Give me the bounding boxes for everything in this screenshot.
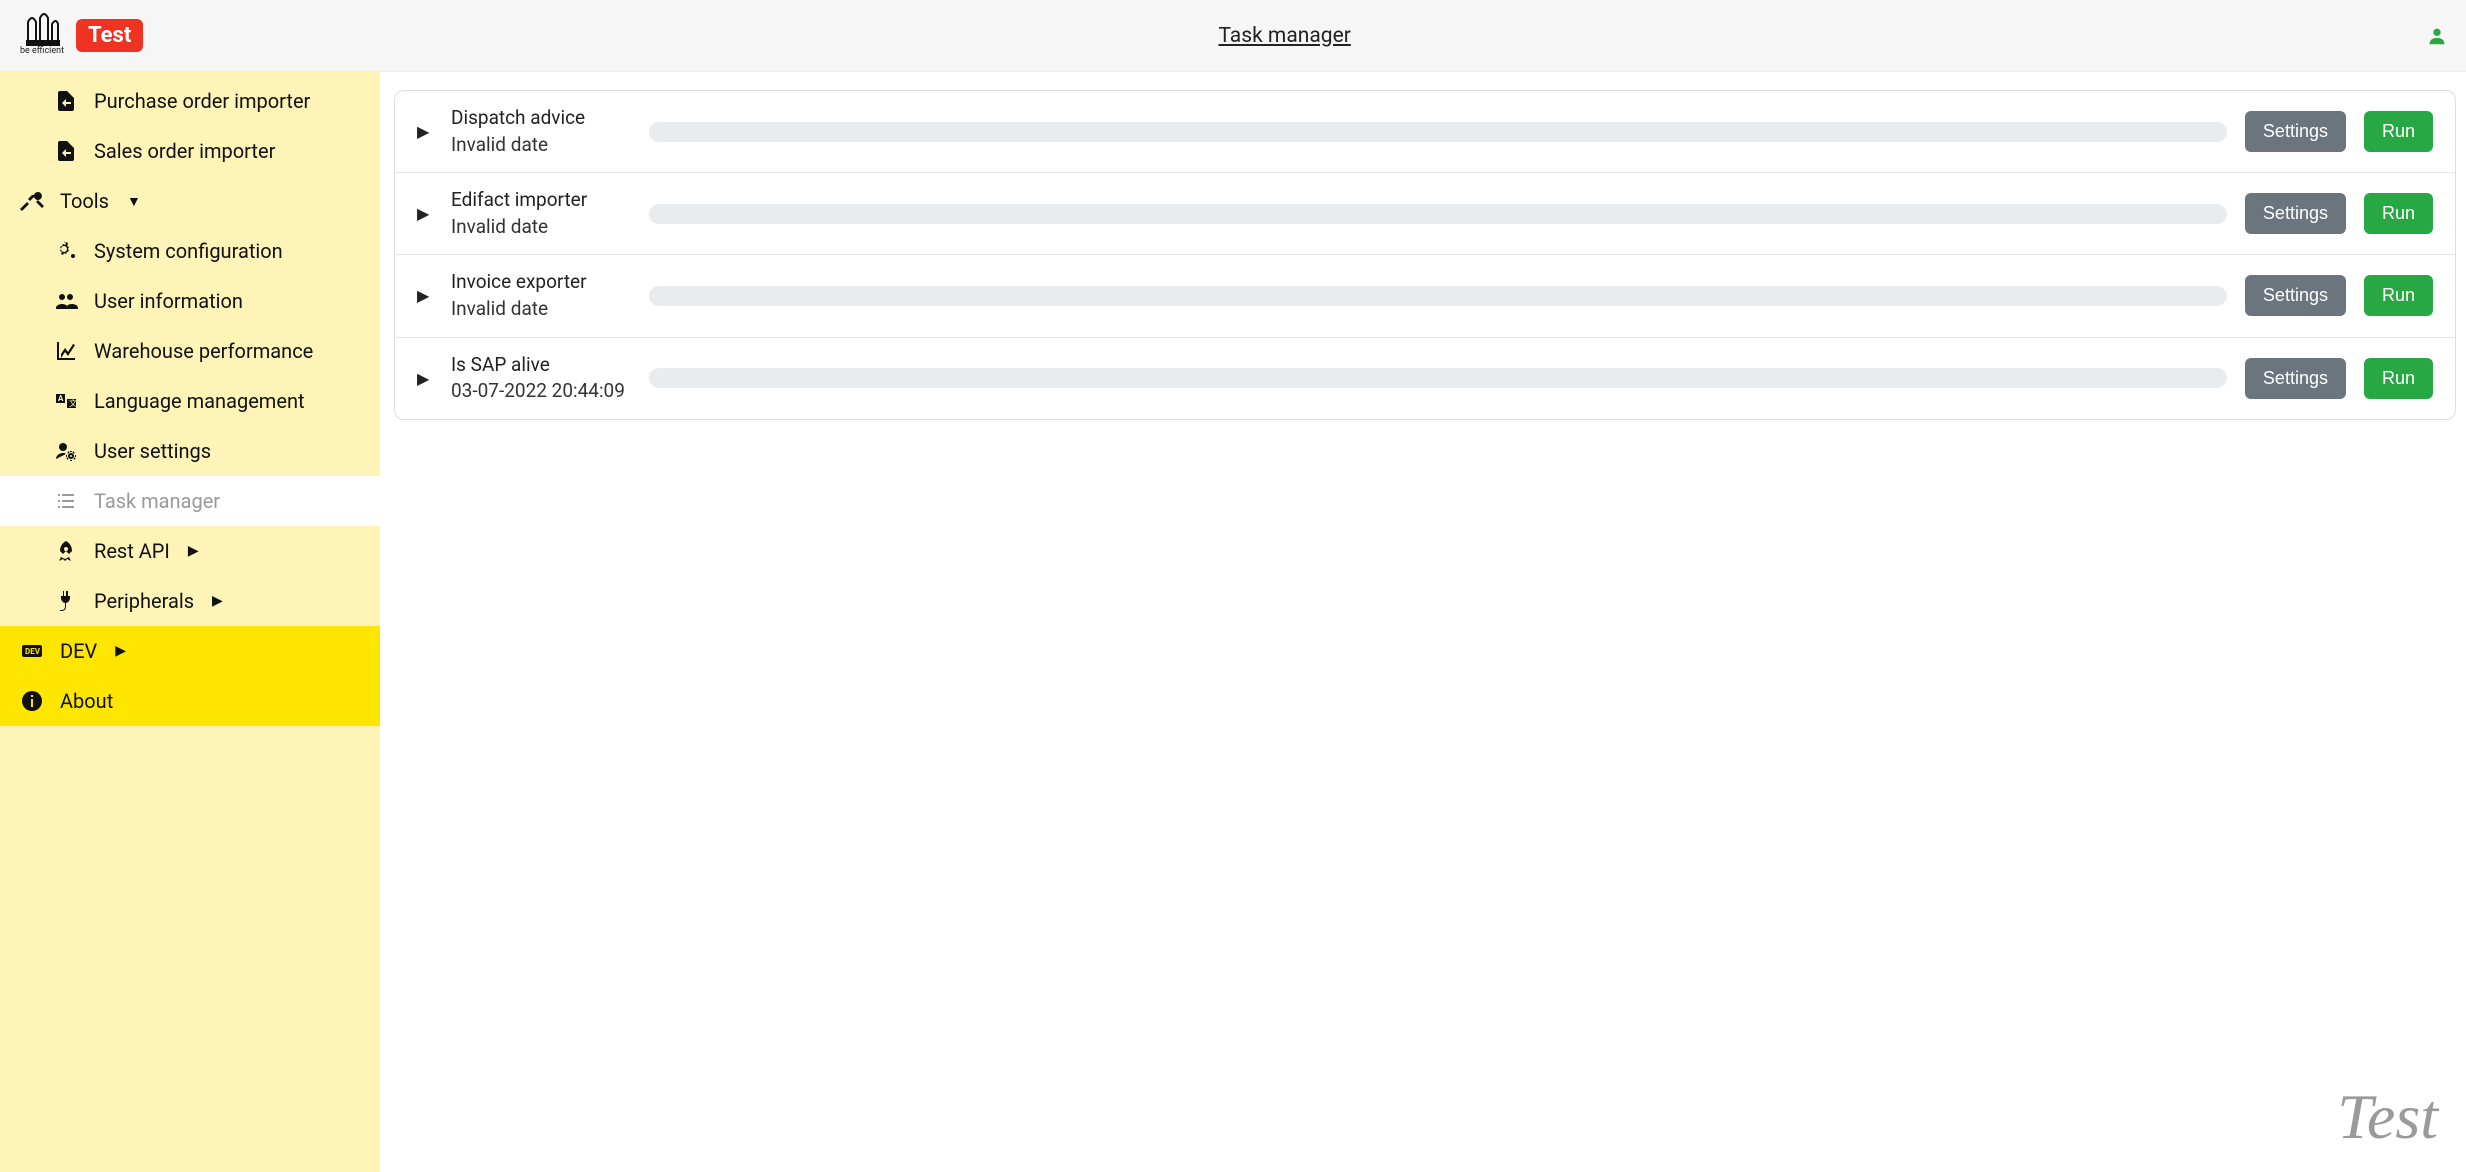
main-content: ▶Dispatch adviceInvalid dateSettingsRun▶…: [380, 72, 2466, 1172]
task-row: ▶ Dispatch adviceInvalid date Settings Run: [395, 91, 2455, 173]
caret-down-icon: ▼: [127, 193, 141, 210]
sidebar: Purchase order importer Sales order impor…: [0, 72, 380, 1172]
sidebar-item-warehouse-performance[interactable]: Warehouse performance: [0, 326, 380, 376]
tools-icon: [18, 189, 46, 213]
sidebar-item-label: Rest API: [94, 539, 170, 563]
settings-button[interactable]: Settings: [2245, 358, 2346, 399]
rocket-icon: [52, 539, 80, 563]
caret-right-icon: ▶: [188, 543, 199, 559]
info-icon: [18, 689, 46, 713]
plug-icon: [52, 589, 80, 613]
settings-button[interactable]: Settings: [2245, 275, 2346, 316]
caret-right-icon: ▶: [115, 643, 126, 659]
sidebar-item-label: Purchase order importer: [94, 89, 310, 113]
progress-bar: [649, 204, 2227, 224]
sidebar-item-system-configuration[interactable]: System configuration: [0, 226, 380, 276]
sidebar-item-user-information[interactable]: User information: [0, 276, 380, 326]
expand-icon[interactable]: ▶: [417, 286, 433, 305]
expand-icon[interactable]: ▶: [417, 122, 433, 141]
sidebar-item-label: System configuration: [94, 239, 283, 263]
sidebar-item-label: User information: [94, 289, 243, 313]
sidebar-item-sales-order-importer[interactable]: Sales order importer: [0, 126, 380, 176]
run-button[interactable]: Run: [2364, 275, 2433, 316]
task-date: Invalid date: [451, 214, 631, 241]
progress-bar: [649, 122, 2227, 142]
sidebar-item-label: Peripherals: [94, 589, 194, 613]
dev-icon: [18, 639, 46, 663]
task-date: Invalid date: [451, 132, 631, 159]
task-date: 03-07-2022 20:44:09: [451, 378, 631, 405]
sidebar-item-rest-api[interactable]: Rest API ▶: [0, 526, 380, 576]
sidebar-item-label: DEV: [60, 639, 97, 663]
sidebar-item-task-manager[interactable]: Task manager: [0, 476, 380, 526]
sidebar-item-dev[interactable]: DEV ▶: [0, 626, 380, 676]
task-name: Edifact importer: [451, 187, 631, 214]
chart-icon: [52, 339, 80, 363]
sidebar-item-tools[interactable]: Tools ▼: [0, 176, 380, 226]
task-list: ▶Dispatch adviceInvalid dateSettingsRun▶…: [394, 90, 2456, 420]
settings-button[interactable]: Settings: [2245, 193, 2346, 234]
language-icon: [52, 389, 80, 413]
sidebar-item-label: User settings: [94, 439, 211, 463]
task-date: Invalid date: [451, 296, 631, 323]
sidebar-item-label: Sales order importer: [94, 139, 275, 163]
logo-area: be efficient Test: [18, 12, 143, 60]
topbar: be efficient Test Task manager: [0, 0, 2466, 72]
task-text: Is SAP alive03-07-2022 20:44:09: [451, 352, 631, 405]
file-import-icon: [52, 139, 80, 163]
sidebar-item-label: Language management: [94, 389, 305, 413]
task-name: Dispatch advice: [451, 105, 631, 132]
sidebar-item-about[interactable]: About: [0, 676, 380, 726]
sidebar-item-label: Warehouse performance: [94, 339, 313, 363]
task-name: Is SAP alive: [451, 352, 631, 379]
cogs-icon: [52, 239, 80, 263]
user-menu-icon[interactable]: [2426, 23, 2448, 48]
sidebar-item-user-settings[interactable]: User settings: [0, 426, 380, 476]
logo-subtitle: be efficient: [20, 46, 64, 56]
sidebar-item-purchase-order-importer[interactable]: Purchase order importer: [0, 76, 380, 126]
expand-icon[interactable]: ▶: [417, 369, 433, 388]
file-import-icon: [52, 89, 80, 113]
task-name: Invoice exporter: [451, 269, 631, 296]
task-row: ▶ Invoice exporterInvalid date Settings Run: [395, 255, 2455, 337]
page-title[interactable]: Task manager: [143, 24, 2426, 48]
sidebar-item-label: Task manager: [94, 489, 220, 513]
env-badge: Test: [76, 19, 143, 52]
sidebar-item-peripherals[interactable]: Peripherals ▶: [0, 576, 380, 626]
user-cog-icon: [52, 439, 80, 463]
logo-icon: be efficient: [18, 12, 66, 60]
caret-right-icon: ▶: [212, 593, 223, 609]
tasks-icon: [52, 489, 80, 513]
task-row: ▶ Is SAP alive03-07-2022 20:44:09 Settings…: [395, 338, 2455, 419]
progress-bar: [649, 368, 2227, 388]
expand-icon[interactable]: ▶: [417, 204, 433, 223]
sidebar-item-label: About: [60, 689, 113, 713]
users-icon: [52, 289, 80, 313]
task-text: Invoice exporterInvalid date: [451, 269, 631, 322]
task-text: Edifact importerInvalid date: [451, 187, 631, 240]
run-button[interactable]: Run: [2364, 358, 2433, 399]
task-text: Dispatch adviceInvalid date: [451, 105, 631, 158]
progress-bar: [649, 286, 2227, 306]
sidebar-item-label: Tools: [60, 189, 109, 213]
sidebar-item-language-management[interactable]: Language management: [0, 376, 380, 426]
task-row: ▶ Edifact importerInvalid date Settings Run: [395, 173, 2455, 255]
settings-button[interactable]: Settings: [2245, 111, 2346, 152]
run-button[interactable]: Run: [2364, 111, 2433, 152]
run-button[interactable]: Run: [2364, 193, 2433, 234]
